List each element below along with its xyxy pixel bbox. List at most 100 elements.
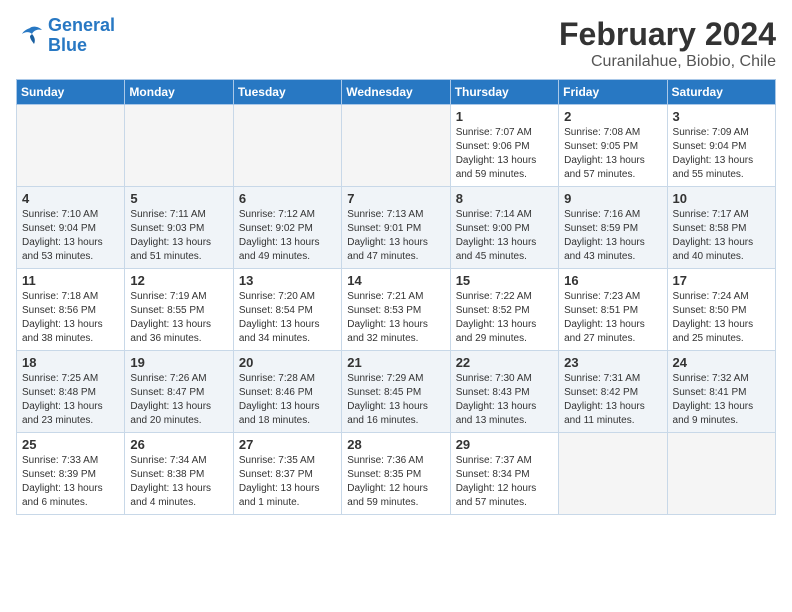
day-number: 26 <box>130 437 227 452</box>
column-header-monday: Monday <box>125 80 233 105</box>
calendar-cell: 6 Sunrise: 7:12 AM Sunset: 9:02 PM Daylig… <box>233 187 341 269</box>
calendar-cell: 2 Sunrise: 7:08 AM Sunset: 9:05 PM Daylig… <box>559 105 667 187</box>
day-info: Sunrise: 7:34 AM Sunset: 8:38 PM Dayligh… <box>130 454 227 510</box>
day-info: Sunrise: 7:11 AM Sunset: 9:03 PM Dayligh… <box>130 208 227 264</box>
calendar-table: SundayMondayTuesdayWednesdayThursdayFrid… <box>16 79 776 515</box>
day-info: Sunrise: 7:10 AM Sunset: 9:04 PM Dayligh… <box>22 208 119 264</box>
logo-icon <box>16 24 44 48</box>
day-number: 8 <box>456 191 553 206</box>
calendar-header-row: SundayMondayTuesdayWednesdayThursdayFrid… <box>17 80 776 105</box>
day-info: Sunrise: 7:33 AM Sunset: 8:39 PM Dayligh… <box>22 454 119 510</box>
calendar-cell: 1 Sunrise: 7:07 AM Sunset: 9:06 PM Daylig… <box>450 105 558 187</box>
day-number: 23 <box>564 355 661 370</box>
day-info: Sunrise: 7:32 AM Sunset: 8:41 PM Dayligh… <box>673 372 770 428</box>
column-header-tuesday: Tuesday <box>233 80 341 105</box>
calendar-cell: 8 Sunrise: 7:14 AM Sunset: 9:00 PM Daylig… <box>450 187 558 269</box>
calendar-cell: 17 Sunrise: 7:24 AM Sunset: 8:50 PM Dayli… <box>667 269 775 351</box>
day-info: Sunrise: 7:30 AM Sunset: 8:43 PM Dayligh… <box>456 372 553 428</box>
calendar-cell <box>342 105 450 187</box>
calendar-cell: 20 Sunrise: 7:28 AM Sunset: 8:46 PM Dayli… <box>233 351 341 433</box>
day-info: Sunrise: 7:36 AM Sunset: 8:35 PM Dayligh… <box>347 454 444 510</box>
calendar-cell <box>17 105 125 187</box>
calendar-cell: 26 Sunrise: 7:34 AM Sunset: 8:38 PM Dayli… <box>125 433 233 515</box>
calendar-cell: 13Sunrise: 7:20 AM Sunset: 8:54 PM Dayli… <box>233 269 341 351</box>
calendar-cell: 24 Sunrise: 7:32 AM Sunset: 8:41 PM Dayli… <box>667 351 775 433</box>
day-info: Sunrise: 7:18 AM Sunset: 8:56 PM Dayligh… <box>22 290 119 346</box>
calendar-cell: 15Sunrise: 7:22 AM Sunset: 8:52 PM Dayli… <box>450 269 558 351</box>
calendar-cell: 25 Sunrise: 7:33 AM Sunset: 8:39 PM Dayli… <box>17 433 125 515</box>
day-info: Sunrise: 7:09 AM Sunset: 9:04 PM Dayligh… <box>673 126 770 182</box>
day-number: 28 <box>347 437 444 452</box>
calendar-cell <box>233 105 341 187</box>
calendar-cell: 16 Sunrise: 7:23 AM Sunset: 8:51 PM Dayli… <box>559 269 667 351</box>
day-number: 19 <box>130 355 227 370</box>
calendar-week-row: 1 Sunrise: 7:07 AM Sunset: 9:06 PM Daylig… <box>17 105 776 187</box>
day-info: Sunrise: 7:24 AM Sunset: 8:50 PM Dayligh… <box>673 290 770 346</box>
day-number: 29 <box>456 437 553 452</box>
column-header-wednesday: Wednesday <box>342 80 450 105</box>
day-number: 10 <box>673 191 770 206</box>
day-info: Sunrise: 7:25 AM Sunset: 8:48 PM Dayligh… <box>22 372 119 428</box>
day-info: Sunrise: 7:29 AM Sunset: 8:45 PM Dayligh… <box>347 372 444 428</box>
calendar-cell: 23 Sunrise: 7:31 AM Sunset: 8:42 PM Dayli… <box>559 351 667 433</box>
calendar-cell <box>667 433 775 515</box>
day-number: 2 <box>564 109 661 124</box>
calendar-cell: 11Sunrise: 7:18 AM Sunset: 8:56 PM Dayli… <box>17 269 125 351</box>
column-header-sunday: Sunday <box>17 80 125 105</box>
day-number: 24 <box>673 355 770 370</box>
calendar-cell: 29 Sunrise: 7:37 AM Sunset: 8:34 PM Dayli… <box>450 433 558 515</box>
column-header-friday: Friday <box>559 80 667 105</box>
calendar-cell: 9 Sunrise: 7:16 AM Sunset: 8:59 PM Daylig… <box>559 187 667 269</box>
day-number: 16 <box>564 273 661 288</box>
day-info: Sunrise: 7:31 AM Sunset: 8:42 PM Dayligh… <box>564 372 661 428</box>
day-info: Sunrise: 7:07 AM Sunset: 9:06 PM Dayligh… <box>456 126 553 182</box>
day-number: 12 <box>130 273 227 288</box>
day-number: 14 <box>347 273 444 288</box>
calendar-cell: 3 Sunrise: 7:09 AM Sunset: 9:04 PM Daylig… <box>667 105 775 187</box>
day-number: 20 <box>239 355 336 370</box>
day-number: 5 <box>130 191 227 206</box>
day-number: 17 <box>673 273 770 288</box>
calendar-cell: 21 Sunrise: 7:29 AM Sunset: 8:45 PM Dayli… <box>342 351 450 433</box>
calendar-week-row: 11Sunrise: 7:18 AM Sunset: 8:56 PM Dayli… <box>17 269 776 351</box>
day-number: 22 <box>456 355 553 370</box>
calendar-week-row: 4 Sunrise: 7:10 AM Sunset: 9:04 PM Daylig… <box>17 187 776 269</box>
calendar-cell: 10 Sunrise: 7:17 AM Sunset: 8:58 PM Dayli… <box>667 187 775 269</box>
calendar-cell: 4 Sunrise: 7:10 AM Sunset: 9:04 PM Daylig… <box>17 187 125 269</box>
day-number: 21 <box>347 355 444 370</box>
day-number: 7 <box>347 191 444 206</box>
day-number: 9 <box>564 191 661 206</box>
day-number: 18 <box>22 355 119 370</box>
day-info: Sunrise: 7:37 AM Sunset: 8:34 PM Dayligh… <box>456 454 553 510</box>
day-info: Sunrise: 7:23 AM Sunset: 8:51 PM Dayligh… <box>564 290 661 346</box>
day-number: 1 <box>456 109 553 124</box>
calendar-cell: 28 Sunrise: 7:36 AM Sunset: 8:35 PM Dayli… <box>342 433 450 515</box>
day-info: Sunrise: 7:08 AM Sunset: 9:05 PM Dayligh… <box>564 126 661 182</box>
day-info: Sunrise: 7:17 AM Sunset: 8:58 PM Dayligh… <box>673 208 770 264</box>
day-info: Sunrise: 7:16 AM Sunset: 8:59 PM Dayligh… <box>564 208 661 264</box>
page-header: General Blue February 2024 Curanilahue, … <box>16 16 776 71</box>
calendar-cell: 14 Sunrise: 7:21 AM Sunset: 8:53 PM Dayli… <box>342 269 450 351</box>
day-info: Sunrise: 7:14 AM Sunset: 9:00 PM Dayligh… <box>456 208 553 264</box>
calendar-cell: 5 Sunrise: 7:11 AM Sunset: 9:03 PM Daylig… <box>125 187 233 269</box>
day-info: Sunrise: 7:12 AM Sunset: 9:02 PM Dayligh… <box>239 208 336 264</box>
calendar-cell: 19Sunrise: 7:26 AM Sunset: 8:47 PM Dayli… <box>125 351 233 433</box>
calendar-cell: 12Sunrise: 7:19 AM Sunset: 8:55 PM Dayli… <box>125 269 233 351</box>
calendar-week-row: 25 Sunrise: 7:33 AM Sunset: 8:39 PM Dayli… <box>17 433 776 515</box>
page-subtitle: Curanilahue, Biobio, Chile <box>559 53 776 71</box>
calendar-cell: 22 Sunrise: 7:30 AM Sunset: 8:43 PM Dayli… <box>450 351 558 433</box>
day-info: Sunrise: 7:35 AM Sunset: 8:37 PM Dayligh… <box>239 454 336 510</box>
day-number: 15 <box>456 273 553 288</box>
day-number: 6 <box>239 191 336 206</box>
calendar-cell <box>125 105 233 187</box>
calendar-week-row: 18 Sunrise: 7:25 AM Sunset: 8:48 PM Dayli… <box>17 351 776 433</box>
day-info: Sunrise: 7:28 AM Sunset: 8:46 PM Dayligh… <box>239 372 336 428</box>
column-header-thursday: Thursday <box>450 80 558 105</box>
day-number: 3 <box>673 109 770 124</box>
day-number: 25 <box>22 437 119 452</box>
day-number: 4 <box>22 191 119 206</box>
logo: General Blue <box>16 16 115 56</box>
calendar-cell: 18 Sunrise: 7:25 AM Sunset: 8:48 PM Dayli… <box>17 351 125 433</box>
day-info: Sunrise: 7:21 AM Sunset: 8:53 PM Dayligh… <box>347 290 444 346</box>
day-info: Sunrise: 7:13 AM Sunset: 9:01 PM Dayligh… <box>347 208 444 264</box>
